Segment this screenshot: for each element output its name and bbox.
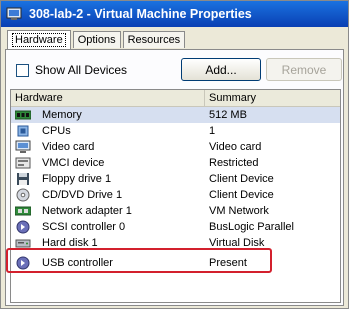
row-summary: Virtual Disk [209, 237, 265, 249]
table-row[interactable]: Network adapter 1 VM Network [11, 203, 340, 219]
row-name: Memory [42, 109, 82, 121]
row-summary: Client Device [209, 173, 274, 185]
vmci-icon [14, 156, 32, 170]
network-adapter-icon [14, 204, 32, 218]
tab-strip: Hardware Options Resources [7, 30, 187, 49]
row-summary: Client Device [209, 189, 274, 201]
cpu-icon [14, 124, 32, 138]
table-row[interactable]: SCSI controller 0 BusLogic Parallel [11, 219, 340, 235]
row-summary: Present [209, 257, 247, 269]
hardware-table: Hardware Summary Memory 512 MB CPUs 1 Vi… [10, 89, 341, 303]
row-name: Hard disk 1 [42, 237, 98, 249]
row-summary: Restricted [209, 157, 259, 169]
scsi-controller-icon [14, 220, 32, 234]
tab-resources[interactable]: Resources [122, 31, 186, 48]
row-name: SCSI controller 0 [42, 221, 126, 233]
table-row[interactable]: CD/DVD Drive 1 Client Device [11, 187, 340, 203]
row-name: USB controller [42, 257, 113, 269]
remove-button[interactable]: Remove [266, 58, 342, 81]
cd-dvd-icon [14, 188, 32, 202]
hardware-panel: Show All Devices Add... Remove Hardware … [5, 49, 344, 306]
show-all-devices-checkbox[interactable] [16, 63, 29, 77]
column-header-summary[interactable]: Summary [205, 90, 340, 106]
row-name: VMCI device [42, 157, 105, 169]
row-name: Floppy drive 1 [42, 173, 112, 185]
title-bar[interactable]: 308-lab-2 - Virtual Machine Properties [1, 1, 348, 27]
row-summary: 1 [209, 125, 216, 137]
row-summary: BusLogic Parallel [209, 221, 294, 233]
row-summary: Video card [209, 141, 262, 153]
table-row[interactable]: VMCI device Restricted [11, 155, 340, 171]
table-row[interactable]: CPUs 1 [11, 123, 340, 139]
row-summary: 512 MB [209, 109, 247, 121]
vm-icon [5, 6, 23, 22]
table-header: Hardware Summary [11, 90, 340, 107]
table-row[interactable]: Floppy drive 1 Client Device [11, 171, 340, 187]
floppy-icon [14, 172, 32, 186]
show-all-devices-label: Show All Devices [35, 63, 128, 77]
window-title: 308-lab-2 - Virtual Machine Properties [29, 7, 252, 21]
tab-options[interactable]: Options [72, 31, 121, 48]
row-name: Network adapter 1 [42, 205, 132, 217]
table-row[interactable]: Hard disk 1 Virtual Disk [11, 235, 340, 251]
table-row[interactable]: Video card Video card [11, 139, 340, 155]
vm-properties-window: 308-lab-2 - Virtual Machine Properties H… [0, 0, 349, 309]
table-row[interactable]: Memory 512 MB [11, 107, 340, 123]
memory-icon [14, 108, 32, 122]
show-all-devices-option[interactable]: Show All Devices [16, 63, 127, 77]
hard-disk-icon [14, 236, 32, 250]
row-summary: VM Network [209, 205, 269, 217]
monitor-icon [14, 140, 32, 154]
usb-controller-icon [14, 256, 32, 270]
column-header-hardware[interactable]: Hardware [11, 90, 205, 106]
table-row[interactable]: USB controller Present [11, 255, 340, 271]
row-name: CD/DVD Drive 1 [42, 189, 123, 201]
add-button[interactable]: Add... [181, 58, 261, 81]
tab-hardware[interactable]: Hardware [7, 30, 71, 49]
row-name: Video card [42, 141, 95, 153]
row-name: CPUs [42, 125, 71, 137]
